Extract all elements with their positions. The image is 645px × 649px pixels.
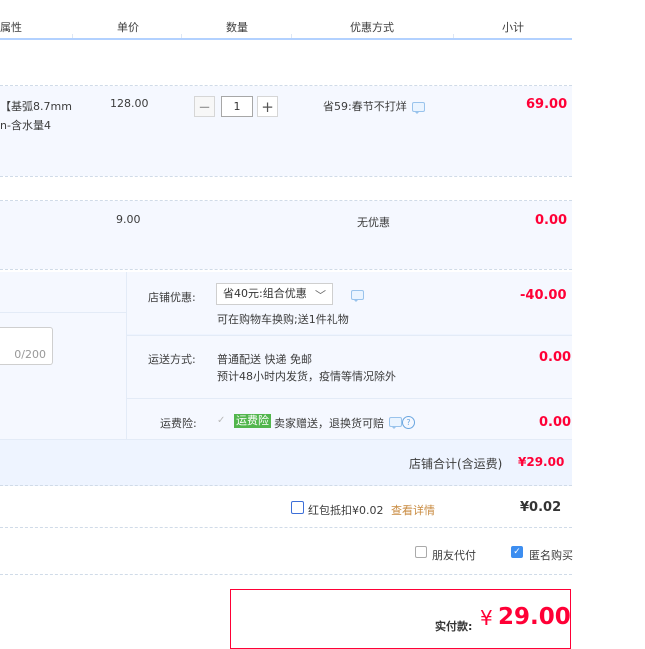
- friend-pay-checkbox[interactable]: [415, 546, 427, 558]
- col-promo: 优惠方式: [350, 21, 394, 34]
- shipping-label: 运送方式:: [148, 353, 196, 366]
- shop-total-label: 店铺合计(含运费): [409, 457, 503, 471]
- shop-discount-note: 可在购物车换购;送1件礼物: [217, 313, 349, 326]
- chat-icon[interactable]: [389, 417, 402, 429]
- header-divider: [181, 34, 182, 38]
- item-title[interactable]: 【基弧8.7mm n-含水量4: [0, 97, 72, 135]
- payment-amount: 29.00: [498, 604, 571, 630]
- divider: [0, 527, 572, 528]
- insurance-amount: 0.00: [539, 415, 572, 430]
- col-price: 单价: [117, 21, 139, 34]
- currency-symbol: ¥: [480, 606, 493, 630]
- divider: [0, 176, 572, 177]
- divider: [0, 574, 572, 575]
- col-attr: 属性: [0, 21, 22, 34]
- payment-label: 实付款:: [435, 620, 473, 633]
- select-value: 省40元:组合优惠: [223, 287, 307, 300]
- divider: [0, 269, 572, 270]
- header-divider: [291, 34, 292, 38]
- redpacket-details-link[interactable]: 查看详情: [391, 502, 435, 518]
- redpacket-checkbox[interactable]: [291, 501, 304, 514]
- friend-pay-label: 朋友代付: [432, 549, 476, 562]
- promo-text: 省59:春节不打烊: [323, 100, 407, 113]
- table-header: 属性 单价 数量 优惠方式 小计: [0, 0, 572, 40]
- shop-discount-select[interactable]: 省40元:组合优惠 ﹀: [216, 283, 333, 305]
- item-subtotal: 69.00: [526, 97, 568, 112]
- chat-icon[interactable]: [351, 290, 364, 302]
- chevron-down-icon: ﹀: [315, 289, 326, 302]
- header-divider: [72, 34, 73, 38]
- unit-price: 128.00: [110, 97, 149, 110]
- header-divider: [453, 34, 454, 38]
- anonymous-checkbox[interactable]: ✓: [511, 546, 523, 558]
- item-title-line[interactable]: 【基弧8.7mm: [0, 97, 72, 116]
- shipping-note: 预计48小时内发货，疫情等情况除外: [217, 370, 396, 383]
- col-qty: 数量: [226, 21, 248, 34]
- item-row: [0, 86, 572, 176]
- item-row: [0, 201, 572, 269]
- insurance-badge: 运费险: [234, 414, 271, 428]
- insurance-label: 运费险:: [160, 417, 197, 430]
- help-icon[interactable]: ?: [402, 416, 415, 429]
- divider: [0, 312, 126, 313]
- decrease-qty-button[interactable]: −: [194, 96, 215, 117]
- shipping-method: 普通配送 快递 免邮: [217, 353, 312, 366]
- shop-total-value: ¥29.00: [518, 455, 565, 469]
- increase-qty-button[interactable]: +: [257, 96, 278, 117]
- insurance-text: 卖家赠送，退换货可赔: [274, 417, 384, 430]
- divider: [0, 485, 572, 486]
- anonymous-label: 匿名购买: [529, 549, 573, 562]
- item-title-line[interactable]: n-含水量4: [0, 116, 72, 135]
- payment-summary: 实付款: ¥ 29.00: [230, 589, 571, 649]
- shop-discount-label: 店铺优惠:: [148, 291, 196, 304]
- insurance-check-icon[interactable]: ✓: [217, 415, 225, 426]
- message-counter: 0/200: [14, 348, 46, 361]
- col-subtotal: 小计: [502, 21, 524, 34]
- quantity-input[interactable]: 1: [221, 96, 253, 117]
- chat-icon[interactable]: [412, 102, 425, 114]
- message-input[interactable]: 0/200: [0, 327, 53, 365]
- shipping-amount: 0.00: [539, 350, 572, 365]
- unit-price: 9.00: [116, 213, 141, 226]
- shop-discount-amount: -40.00: [520, 288, 567, 303]
- item-subtotal: 0.00: [535, 213, 568, 228]
- redpacket-value: ¥0.02: [520, 500, 562, 515]
- promo-text: 无优惠: [357, 216, 390, 229]
- redpacket-label: 红包抵扣¥0.02: [308, 504, 384, 517]
